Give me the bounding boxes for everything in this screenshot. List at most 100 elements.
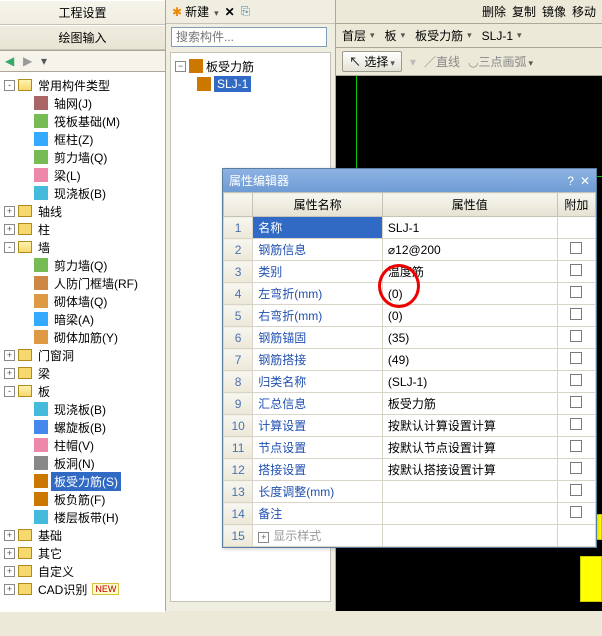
tree-row[interactable]: +梁: [2, 364, 163, 382]
checkbox[interactable]: [570, 286, 582, 298]
table-row[interactable]: 6钢筋锚固(35): [224, 327, 596, 349]
expander-icon[interactable]: -: [4, 80, 15, 91]
tree-row[interactable]: +自定义: [2, 562, 163, 580]
col-name[interactable]: 属性名称: [253, 193, 383, 217]
tree-label[interactable]: 轴线: [35, 202, 65, 221]
tb-delete[interactable]: 删除: [482, 3, 506, 20]
expander-icon[interactable]: +: [4, 224, 15, 235]
prop-value[interactable]: 温度筋: [382, 261, 557, 283]
tree-row[interactable]: 现浇板(B): [2, 400, 163, 418]
nav-dd-icon[interactable]: ▾: [41, 54, 55, 68]
new-button[interactable]: ✱ 新建: [172, 3, 219, 20]
prop-extra[interactable]: [557, 459, 595, 481]
tree-row[interactable]: 砌体加筋(Y): [2, 328, 163, 346]
checkbox[interactable]: [570, 264, 582, 276]
project-settings-btn[interactable]: 工程设置: [0, 0, 165, 25]
tree-label[interactable]: 板: [35, 382, 53, 401]
tree-row[interactable]: 轴网(J): [2, 94, 163, 112]
prop-value[interactable]: (0): [382, 283, 557, 305]
help-icon[interactable]: ?: [567, 174, 574, 188]
table-row[interactable]: 14备注: [224, 503, 596, 525]
prop-extra[interactable]: [557, 371, 595, 393]
tb-move[interactable]: 移动: [572, 3, 596, 20]
table-row[interactable]: 10计算设置按默认计算设置计算: [224, 415, 596, 437]
checkbox[interactable]: [570, 418, 582, 430]
prop-extra[interactable]: [557, 393, 595, 415]
col-val[interactable]: 属性值: [382, 193, 557, 217]
prop-name[interactable]: 名称: [253, 217, 383, 239]
table-row[interactable]: 11节点设置按默认节点设置计算: [224, 437, 596, 459]
checkbox[interactable]: [570, 330, 582, 342]
tree-row[interactable]: 剪力墙(Q): [2, 256, 163, 274]
tree-label[interactable]: 现浇板(B): [51, 184, 109, 203]
prop-extra[interactable]: [557, 283, 595, 305]
tree-label[interactable]: 柱: [35, 220, 53, 239]
tree-label[interactable]: 现浇板(B): [51, 400, 109, 419]
tree-label[interactable]: 其它: [35, 544, 65, 563]
prop-value[interactable]: 板受力筋: [382, 393, 557, 415]
checkbox[interactable]: [570, 484, 582, 496]
tree-row[interactable]: 螺旋板(B): [2, 418, 163, 436]
checkbox[interactable]: [570, 308, 582, 320]
tree-row[interactable]: +基础: [2, 526, 163, 544]
prop-value[interactable]: [382, 503, 557, 525]
tree-row[interactable]: 板受力筋(S): [2, 472, 163, 490]
tree-row[interactable]: 柱帽(V): [2, 436, 163, 454]
table-row[interactable]: 3类别温度筋: [224, 261, 596, 283]
mid-tree-root[interactable]: 板受力筋: [206, 58, 254, 75]
prop-name[interactable]: 类别: [253, 261, 383, 283]
checkbox[interactable]: [570, 374, 582, 386]
tree-row[interactable]: 楼层板带(H): [2, 508, 163, 526]
prop-value[interactable]: (49): [382, 349, 557, 371]
expander-icon[interactable]: +: [4, 350, 15, 361]
checkbox[interactable]: [570, 352, 582, 364]
tree-row[interactable]: 人防门框墙(RF): [2, 274, 163, 292]
tree-label[interactable]: 自定义: [35, 562, 77, 581]
tree-label[interactable]: 框柱(Z): [51, 130, 96, 149]
prop-name[interactable]: 汇总信息: [253, 393, 383, 415]
table-row[interactable]: 12搭接设置按默认搭接设置计算: [224, 459, 596, 481]
prop-extra[interactable]: [557, 239, 595, 261]
tree-label[interactable]: 砌体加筋(Y): [51, 328, 121, 347]
tree-row[interactable]: 砌体墙(Q): [2, 292, 163, 310]
tree-label[interactable]: 梁: [35, 364, 53, 383]
table-row[interactable]: 7钢筋搭接(49): [224, 349, 596, 371]
prop-extra[interactable]: [557, 217, 595, 239]
col-extra[interactable]: 附加: [557, 193, 595, 217]
prop-extra[interactable]: [557, 415, 595, 437]
expander-icon[interactable]: +: [4, 206, 15, 217]
mid-tree-item[interactable]: SLJ-1: [214, 76, 251, 92]
tree-label[interactable]: 人防门框墙(RF): [51, 274, 141, 293]
expander-icon[interactable]: +: [4, 584, 15, 595]
prop-value[interactable]: 按默认计算设置计算: [382, 415, 557, 437]
prop-value[interactable]: (0): [382, 305, 557, 327]
prop-name[interactable]: 计算设置: [253, 415, 383, 437]
prop-name[interactable]: 归类名称: [253, 371, 383, 393]
tree-row[interactable]: 框柱(Z): [2, 130, 163, 148]
tree-label[interactable]: 螺旋板(B): [51, 418, 109, 437]
cat-dd[interactable]: 板: [385, 27, 406, 44]
tree-label[interactable]: 剪力墙(Q): [51, 148, 110, 167]
tree-row[interactable]: + 轴线: [2, 202, 163, 220]
prop-value[interactable]: [382, 525, 557, 547]
line-btn[interactable]: ／直线: [424, 53, 460, 70]
prop-name[interactable]: 长度调整(mm): [253, 481, 383, 503]
nav-fwd-icon[interactable]: ▶: [23, 54, 37, 68]
prop-extra[interactable]: [557, 503, 595, 525]
tree-label[interactable]: 板受力筋(S): [51, 472, 121, 491]
property-editor-dialog[interactable]: 属性编辑器 ? ✕ 属性名称 属性值 附加 1名称SLJ-12钢筋信息⌀12@2…: [222, 168, 597, 548]
tree-row[interactable]: 筏板基础(M): [2, 112, 163, 130]
tree-row[interactable]: +CAD识别NEW: [2, 580, 163, 598]
table-row[interactable]: 9汇总信息板受力筋: [224, 393, 596, 415]
checkbox[interactable]: [570, 506, 582, 518]
tree-label[interactable]: 筏板基础(M): [51, 112, 123, 131]
expander-icon[interactable]: -: [4, 242, 15, 253]
tb-copy[interactable]: 复制: [512, 3, 536, 20]
tree-label[interactable]: 板负筋(F): [51, 490, 108, 509]
table-row[interactable]: 4左弯折(mm)(0): [224, 283, 596, 305]
checkbox[interactable]: [570, 462, 582, 474]
nav-back-icon[interactable]: ◀: [5, 54, 19, 68]
checkbox[interactable]: [570, 396, 582, 408]
tree-row[interactable]: +门窗洞: [2, 346, 163, 364]
prop-name[interactable]: 左弯折(mm): [253, 283, 383, 305]
